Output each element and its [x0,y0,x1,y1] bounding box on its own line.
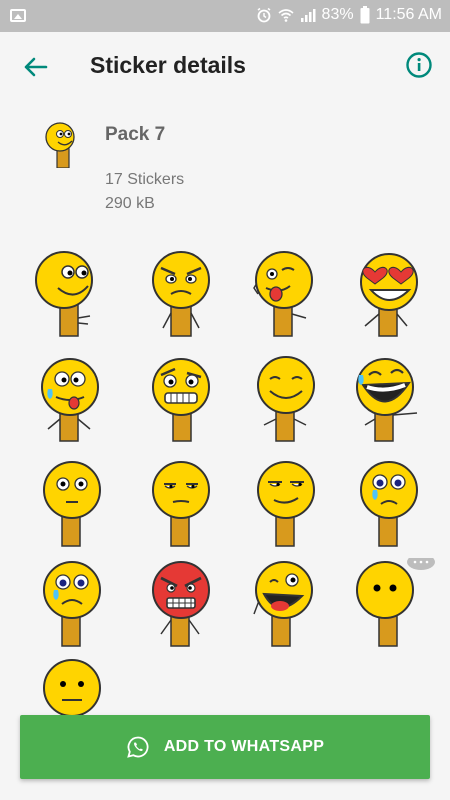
battery-percent: 83% [321,6,354,23]
sticker-smiling[interactable] [30,248,122,340]
sticker-unamused[interactable] [135,458,227,550]
status-bar: 83% 11:56 AM [0,0,450,32]
wifi-icon [278,9,294,22]
sticker-sad-tear[interactable] [30,558,122,650]
back-arrow-icon[interactable] [18,50,52,84]
add-to-whatsapp-button[interactable]: ADD TO WHATSAPP [20,715,430,779]
sticker-laughing-tears[interactable] [345,353,437,445]
sticker-crying-tear[interactable] [345,458,437,550]
add-to-whatsapp-label: ADD TO WHATSAPP [163,738,325,755]
page-title: Sticker details [90,52,246,78]
whatsapp-icon [127,736,149,758]
sticker-tongue-wink[interactable] [240,248,332,340]
sticker-angry-frown[interactable] [135,248,227,340]
battery-icon [360,6,370,24]
image-notification-icon [10,9,26,22]
status-right: 83% 11:56 AM [256,6,442,24]
pack-name: Pack 7 [105,124,166,145]
info-icon[interactable] [404,50,434,80]
sticker-content-smile[interactable] [240,353,332,445]
sticker-speechless-dots[interactable] [345,558,437,650]
signal-icon [300,9,316,22]
sticker-winking-laugh[interactable] [240,558,332,650]
pack-size: 290 kB [105,195,155,212]
sticker-heart-eyes[interactable] [345,248,437,340]
sticker-angry-red[interactable] [135,558,227,650]
clock: 11:56 AM [375,6,442,23]
app-bar: Sticker details [0,32,450,100]
sticker-wide-eyed[interactable] [30,458,122,550]
sticker-grimace[interactable] [135,353,227,445]
pack-thumbnail [45,122,75,168]
sticker-sly-smirk[interactable] [240,458,332,550]
sticker-silly-tongue-crying[interactable] [30,353,122,445]
sticker-count: 17 Stickers [105,171,185,188]
alarm-icon [257,7,271,23]
